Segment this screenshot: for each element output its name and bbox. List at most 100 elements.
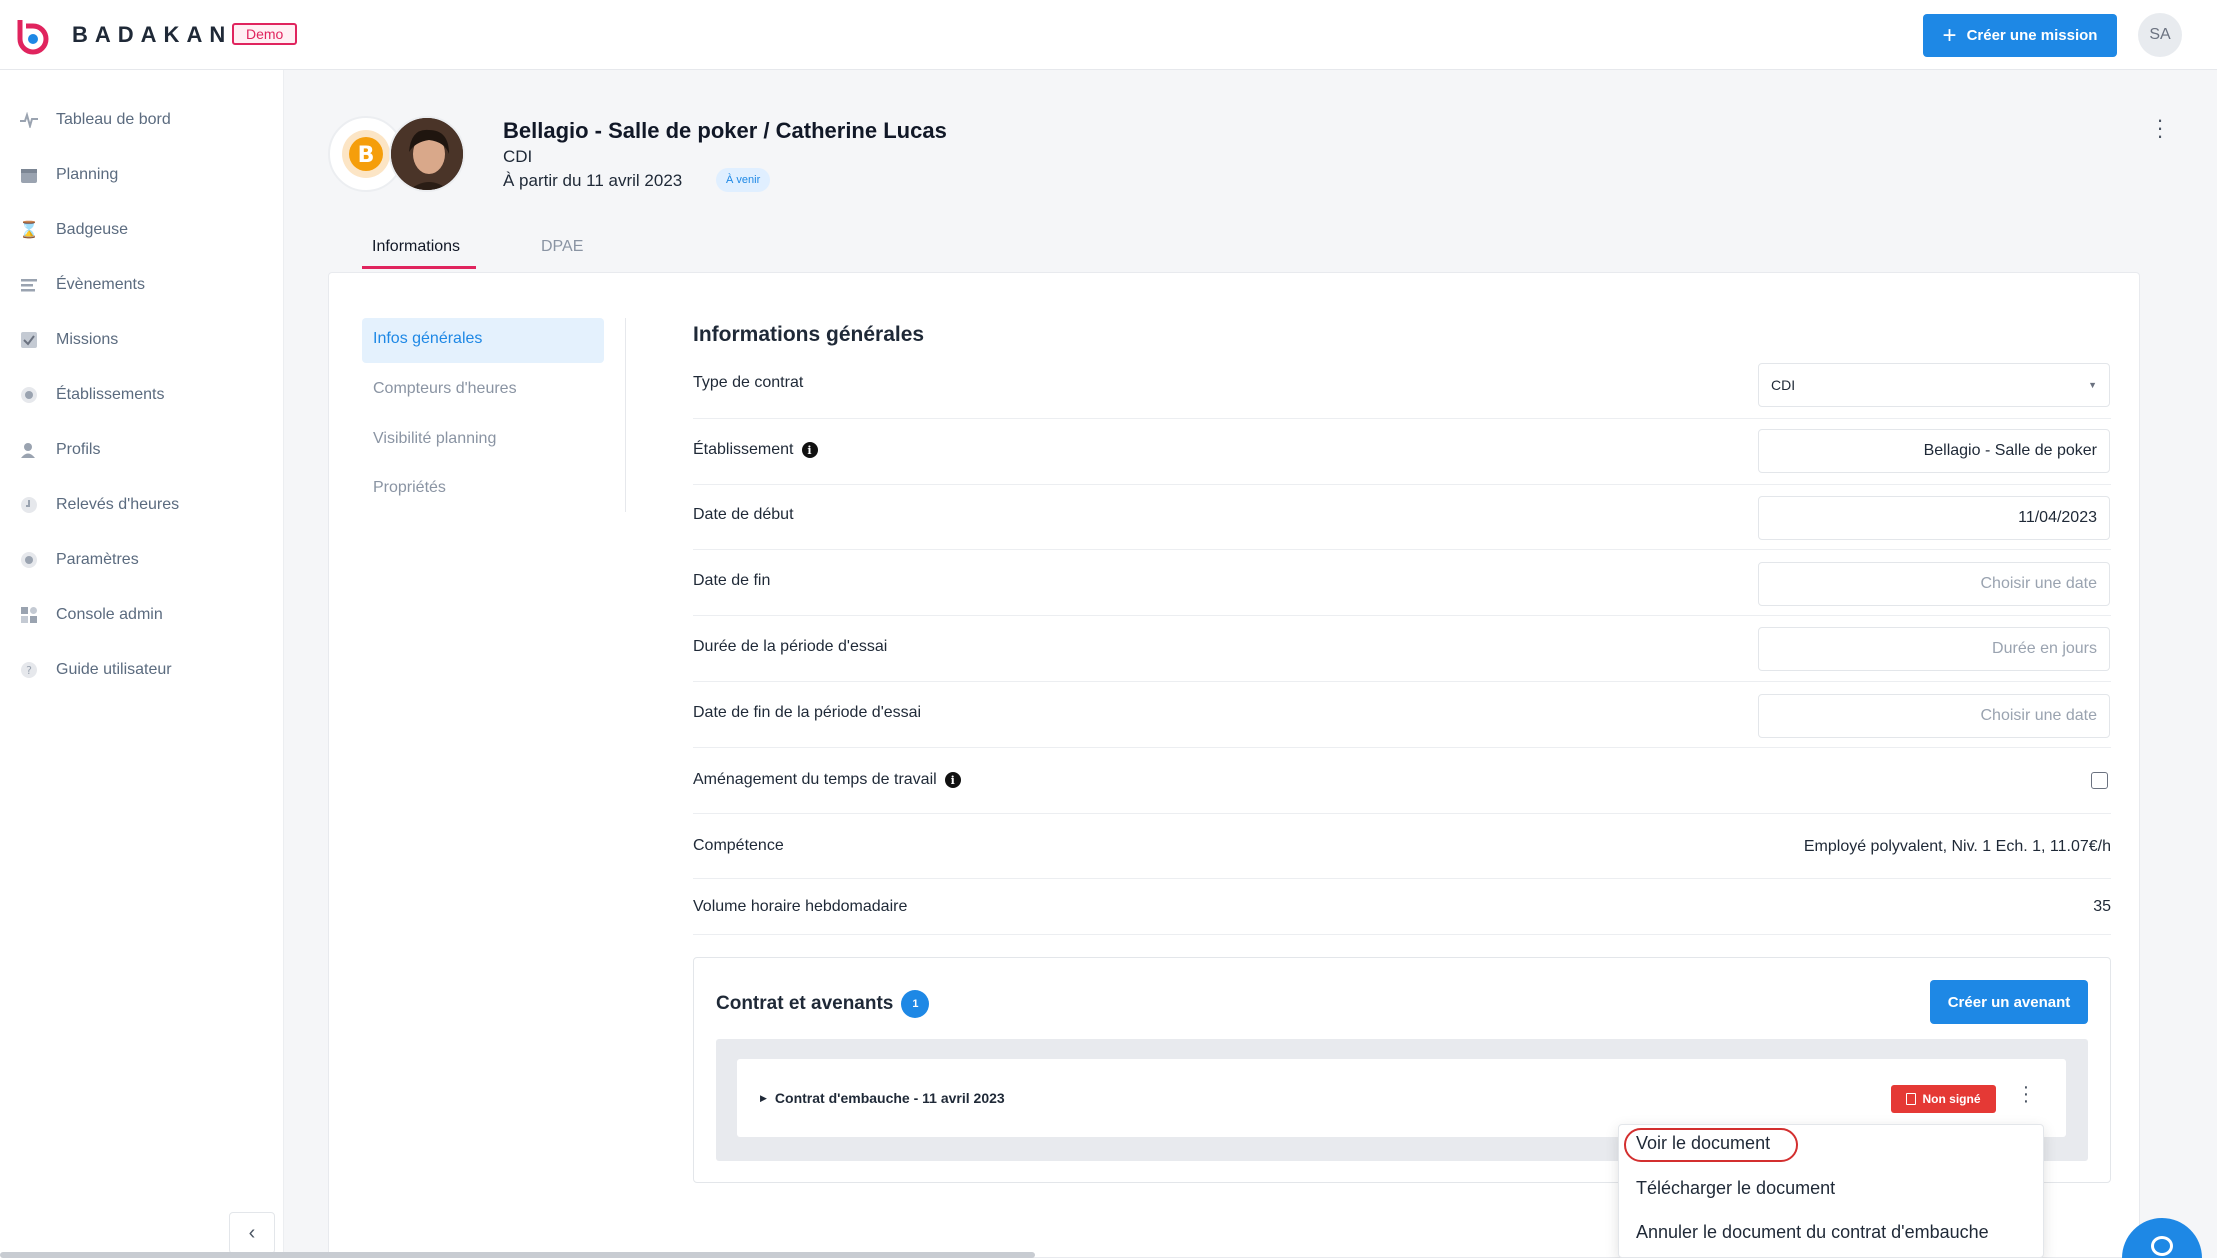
subnav-proprietes[interactable]: Propriétés bbox=[373, 479, 446, 497]
row-divider bbox=[693, 813, 2111, 814]
etablissement-label-text: Établissement bbox=[693, 441, 794, 458]
start-date-text: À partir du 11 avril 2023 bbox=[503, 171, 683, 190]
etablissement-label: Établissement i bbox=[693, 441, 818, 459]
demo-badge: Demo bbox=[232, 23, 298, 45]
info-icon[interactable]: i bbox=[801, 442, 818, 458]
date-debut-value: 11/04/2023 bbox=[2018, 509, 2097, 526]
row-divider bbox=[693, 934, 2111, 935]
fin-essai-field[interactable]: Choisir une date bbox=[1758, 694, 2110, 738]
status-badge-text: Non signé bbox=[1922, 1092, 1981, 1106]
contracts-count-badge: 1 bbox=[901, 990, 930, 1018]
person-photo-icon bbox=[391, 118, 463, 190]
user-avatar[interactable]: SA bbox=[2138, 13, 2182, 57]
svg-text:?: ? bbox=[26, 664, 32, 677]
sidebar-item-label: Badgeuse bbox=[56, 221, 129, 238]
collapse-sidebar-button[interactable]: ‹ bbox=[229, 1212, 275, 1254]
date-debut-field[interactable]: 11/04/2023 bbox=[1758, 496, 2110, 540]
sidebar-item-console-admin[interactable]: Console admin bbox=[18, 600, 163, 630]
bitcoin-logo-icon: B bbox=[342, 130, 390, 178]
calendar-icon bbox=[18, 164, 40, 186]
sidebar-item-parametres[interactable]: Paramètres bbox=[18, 545, 139, 575]
building-icon bbox=[18, 384, 40, 406]
type-contrat-label-text: Type de contrat bbox=[693, 374, 804, 391]
status-badge: Non signé bbox=[1891, 1085, 1996, 1113]
volume-label-text: Volume horaire hebdomadaire bbox=[693, 898, 908, 915]
horizontal-scrollbar[interactable] bbox=[0, 1252, 1035, 1258]
subnav-compteurs[interactable]: Compteurs d'heures bbox=[373, 380, 517, 398]
sidebar: Tableau de bord Planning ⌛ Badgeuse Évèn… bbox=[0, 70, 284, 1258]
subnav-divider bbox=[625, 318, 626, 512]
sidebar-item-label: Missions bbox=[56, 331, 119, 348]
menu-item-voir-document[interactable]: Voir le document bbox=[1636, 1133, 1770, 1154]
caret-right-icon: ▶ bbox=[760, 1092, 767, 1103]
active-tab-indicator bbox=[362, 266, 476, 269]
contract-type: CDI bbox=[503, 147, 533, 166]
contracts-title: Contrat et avenants 1 bbox=[716, 990, 930, 1018]
amenagement-checkbox[interactable] bbox=[2091, 772, 2108, 789]
clock-icon bbox=[18, 494, 40, 516]
more-options-icon[interactable]: · · · bbox=[2150, 109, 2170, 147]
date-fin-field[interactable]: Choisir une date bbox=[1758, 562, 2110, 606]
menu-item-annuler[interactable]: Annuler le document du contrat d'embauch… bbox=[1636, 1222, 1989, 1243]
status-badge: À venir bbox=[716, 168, 771, 192]
periode-essai-label-text: Durée de la période d'essai bbox=[693, 638, 888, 655]
sidebar-item-etablissements[interactable]: Établissements bbox=[18, 380, 165, 410]
menu-item-telecharger[interactable]: Télécharger le document bbox=[1636, 1178, 1835, 1199]
create-mission-label: Créer une mission bbox=[1966, 27, 2098, 44]
sidebar-item-missions[interactable]: Missions bbox=[18, 325, 118, 355]
fin-essai-label-text: Date de fin de la période d'essai bbox=[693, 704, 922, 721]
badakan-logo-icon[interactable] bbox=[14, 17, 52, 55]
sidebar-item-guide[interactable]: ? Guide utilisateur bbox=[18, 655, 172, 685]
employee-avatar bbox=[389, 116, 465, 192]
top-bar: BADAKAN Demo + Créer une mission SA bbox=[0, 0, 2217, 70]
subnav-infos-generales[interactable]: Infos générales bbox=[373, 330, 482, 348]
competence-label-text: Compétence bbox=[693, 837, 784, 854]
sidebar-item-label: Profils bbox=[56, 441, 101, 458]
sidebar-item-tableau-de-bord[interactable]: Tableau de bord bbox=[18, 105, 171, 135]
sidebar-item-label: Relevés d'heures bbox=[56, 496, 180, 513]
list-icon bbox=[18, 274, 40, 296]
chat-icon bbox=[2151, 1236, 2173, 1256]
periode-essai-label: Durée de la période d'essai bbox=[693, 638, 887, 656]
row-divider bbox=[693, 878, 2111, 879]
tab-informations[interactable]: Informations bbox=[372, 238, 460, 256]
amenagement-label: Aménagement du temps de travail i bbox=[693, 771, 961, 789]
row-divider bbox=[693, 681, 2111, 682]
users-icon bbox=[18, 439, 40, 461]
etablissement-field[interactable]: Bellagio - Salle de poker bbox=[1758, 429, 2110, 473]
type-contrat-select[interactable]: CDI ▼ bbox=[1758, 363, 2110, 407]
sidebar-item-label: Établissements bbox=[56, 386, 165, 403]
sidebar-item-profils[interactable]: Profils bbox=[18, 435, 100, 465]
subnav-visibilite[interactable]: Visibilité planning bbox=[373, 430, 496, 448]
competence-value: Employé polyvalent, Niv. 1 Ech. 1, 11.07… bbox=[1803, 838, 2111, 855]
contracts-title-text: Contrat et avenants bbox=[716, 993, 894, 1014]
sidebar-item-releves[interactable]: Relevés d'heures bbox=[18, 490, 179, 520]
pulse-icon bbox=[18, 109, 40, 131]
document-icon bbox=[1906, 1093, 1917, 1105]
gear-icon bbox=[18, 549, 40, 571]
sidebar-item-label: Paramètres bbox=[56, 551, 139, 568]
chevron-left-icon: ‹ bbox=[248, 1221, 256, 1244]
svg-text:B: B bbox=[358, 143, 375, 168]
sidebar-item-badgeuse[interactable]: ⌛ Badgeuse bbox=[18, 215, 128, 245]
periode-essai-field[interactable]: Durée en jours bbox=[1758, 627, 2110, 671]
sidebar-item-label: Évènements bbox=[56, 276, 145, 293]
contract-item-name-text: Contrat d'embauche - 11 avril 2023 bbox=[774, 1090, 1005, 1106]
periode-essai-placeholder: Durée en jours bbox=[1992, 640, 2097, 657]
sidebar-item-evenements[interactable]: Évènements bbox=[18, 270, 145, 300]
create-mission-button[interactable]: + Créer une mission bbox=[1923, 14, 2117, 57]
brand-name: BADAKAN bbox=[72, 22, 233, 47]
row-divider bbox=[693, 747, 2111, 748]
create-avenant-button[interactable]: Créer un avenant bbox=[1930, 980, 2088, 1024]
sidebar-item-planning[interactable]: Planning bbox=[18, 160, 118, 190]
contract-item-name[interactable]: ▶ Contrat d'embauche - 11 avril 2023 bbox=[760, 1090, 1005, 1106]
contract-more-options-icon[interactable]: · · · bbox=[2017, 1077, 2035, 1112]
sidebar-item-label: Tableau de bord bbox=[56, 111, 171, 128]
row-divider bbox=[693, 484, 2111, 485]
checkbox-icon bbox=[18, 329, 40, 351]
info-icon[interactable]: i bbox=[944, 772, 961, 788]
date-debut-label: Date de début bbox=[693, 506, 794, 524]
tab-dpae[interactable]: DPAE bbox=[541, 238, 583, 256]
plus-icon: + bbox=[1942, 21, 1957, 49]
volume-value: 35 bbox=[2093, 898, 2111, 915]
